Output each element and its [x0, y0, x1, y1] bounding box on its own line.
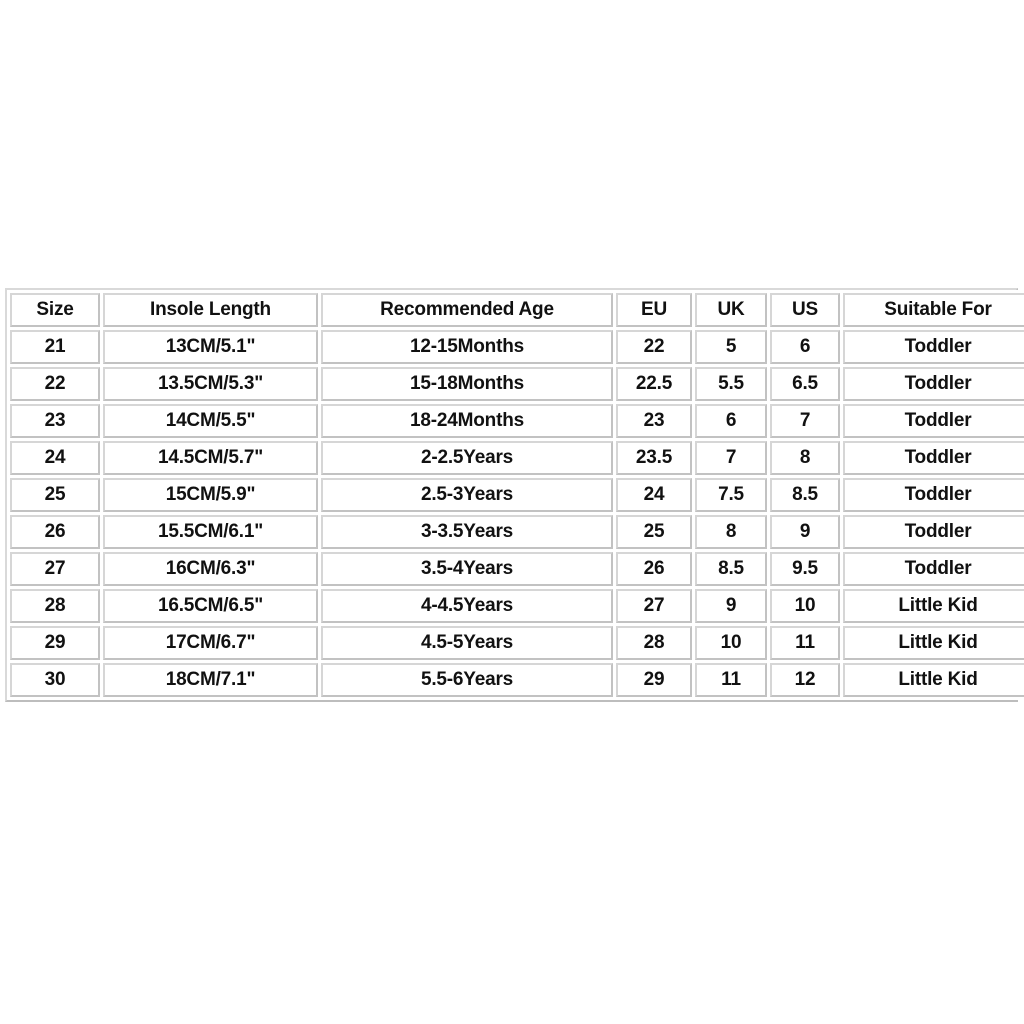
- table-cell: 9: [695, 589, 767, 623]
- table-cell: 30: [10, 663, 100, 697]
- table-row: 29 17CM/6.7" 4.5-5Years 28 10 11 Little Kid: [10, 626, 1024, 660]
- table-cell: 23: [616, 404, 692, 438]
- table-cell: 7: [695, 441, 767, 475]
- table-cell: 9: [770, 515, 840, 549]
- table-row: 30 18CM/7.1" 5.5-6Years 29 11 12 Little Kid: [10, 663, 1024, 697]
- table-cell: 24: [10, 441, 100, 475]
- table-cell: 15CM/5.9": [103, 478, 318, 512]
- table-cell: 5.5-6Years: [321, 663, 613, 697]
- table-cell: Little Kid: [843, 663, 1024, 697]
- table-cell: 18-24Months: [321, 404, 613, 438]
- table-cell: 2-2.5Years: [321, 441, 613, 475]
- table-row: 26 15.5CM/6.1" 3-3.5Years 25 8 9 Toddler: [10, 515, 1024, 549]
- table-cell: 22: [616, 330, 692, 364]
- table-row: 21 13CM/5.1" 12-15Months 22 5 6 Toddler: [10, 330, 1024, 364]
- table-cell: 14CM/5.5": [103, 404, 318, 438]
- table-cell: 13.5CM/5.3": [103, 367, 318, 401]
- table-row: 27 16CM/6.3" 3.5-4Years 26 8.5 9.5 Toddler: [10, 552, 1024, 586]
- table-cell: 23: [10, 404, 100, 438]
- table-cell: 12: [770, 663, 840, 697]
- table-header-row: Size Insole Length Recommended Age EU UK US Su…: [10, 293, 1024, 327]
- table-cell: 6: [695, 404, 767, 438]
- table-cell: 28: [616, 626, 692, 660]
- table-cell: 8: [695, 515, 767, 549]
- column-header: UK: [695, 293, 767, 327]
- table-cell: 23.5: [616, 441, 692, 475]
- size-chart-table: Size Insole Length Recommended Age EU UK US Su…: [7, 290, 1024, 700]
- column-header: Size: [10, 293, 100, 327]
- column-header: Insole Length: [103, 293, 318, 327]
- table-cell: 12-15Months: [321, 330, 613, 364]
- table-cell: 3-3.5Years: [321, 515, 613, 549]
- table-cell: 5.5: [695, 367, 767, 401]
- table-cell: Toddler: [843, 367, 1024, 401]
- table-cell: 21: [10, 330, 100, 364]
- column-header: EU: [616, 293, 692, 327]
- table-cell: 24: [616, 478, 692, 512]
- table-cell: 8.5: [770, 478, 840, 512]
- table-cell: 14.5CM/5.7": [103, 441, 318, 475]
- table-cell: 15-18Months: [321, 367, 613, 401]
- table-row: 23 14CM/5.5" 18-24Months 23 6 7 Toddler: [10, 404, 1024, 438]
- table-cell: 27: [616, 589, 692, 623]
- table-cell: 26: [10, 515, 100, 549]
- table-cell: 7: [770, 404, 840, 438]
- table-cell: Little Kid: [843, 626, 1024, 660]
- table-cell: 16CM/6.3": [103, 552, 318, 586]
- table-cell: 15.5CM/6.1": [103, 515, 318, 549]
- table-cell: 25: [616, 515, 692, 549]
- table-cell: 9.5: [770, 552, 840, 586]
- table-row: 22 13.5CM/5.3" 15-18Months 22.5 5.5 6.5 Toddle…: [10, 367, 1024, 401]
- table-cell: 10: [770, 589, 840, 623]
- table-cell: Toddler: [843, 552, 1024, 586]
- table-row: 24 14.5CM/5.7" 2-2.5Years 23.5 7 8 Toddler: [10, 441, 1024, 475]
- table-cell: Toddler: [843, 404, 1024, 438]
- table-cell: 6.5: [770, 367, 840, 401]
- table-cell: 4.5-5Years: [321, 626, 613, 660]
- table-cell: 25: [10, 478, 100, 512]
- table-cell: 22: [10, 367, 100, 401]
- table-cell: 6: [770, 330, 840, 364]
- table-cell: 5: [695, 330, 767, 364]
- table-cell: Toddler: [843, 441, 1024, 475]
- table-cell: Toddler: [843, 515, 1024, 549]
- table-cell: 16.5CM/6.5": [103, 589, 318, 623]
- table-cell: Toddler: [843, 478, 1024, 512]
- column-header: Recommended Age: [321, 293, 613, 327]
- table-cell: Little Kid: [843, 589, 1024, 623]
- table-cell: 29: [616, 663, 692, 697]
- table-cell: Toddler: [843, 330, 1024, 364]
- table-cell: 2.5-3Years: [321, 478, 613, 512]
- table-cell: 17CM/6.7": [103, 626, 318, 660]
- table-cell: 18CM/7.1": [103, 663, 318, 697]
- table-cell: 10: [695, 626, 767, 660]
- column-header: Suitable For: [843, 293, 1024, 327]
- table-cell: 28: [10, 589, 100, 623]
- table-cell: 11: [695, 663, 767, 697]
- table-cell: 4-4.5Years: [321, 589, 613, 623]
- table-cell: 22.5: [616, 367, 692, 401]
- table-body: 21 13CM/5.1" 12-15Months 22 5 6 Toddler 22 13.5C…: [10, 330, 1024, 697]
- table-cell: 7.5: [695, 478, 767, 512]
- table-cell: 27: [10, 552, 100, 586]
- table-cell: 3.5-4Years: [321, 552, 613, 586]
- table-cell: 8.5: [695, 552, 767, 586]
- table-cell: 11: [770, 626, 840, 660]
- table-cell: 13CM/5.1": [103, 330, 318, 364]
- table-row: 28 16.5CM/6.5" 4-4.5Years 27 9 10 Little Kid: [10, 589, 1024, 623]
- size-chart-container: Size Insole Length Recommended Age EU UK US Su…: [5, 288, 1024, 702]
- table-cell: 29: [10, 626, 100, 660]
- table-row: 25 15CM/5.9" 2.5-3Years 24 7.5 8.5 Toddler: [10, 478, 1024, 512]
- table-header: Size Insole Length Recommended Age EU UK US Su…: [10, 293, 1024, 327]
- column-header: US: [770, 293, 840, 327]
- table-cell: 8: [770, 441, 840, 475]
- table-cell: 26: [616, 552, 692, 586]
